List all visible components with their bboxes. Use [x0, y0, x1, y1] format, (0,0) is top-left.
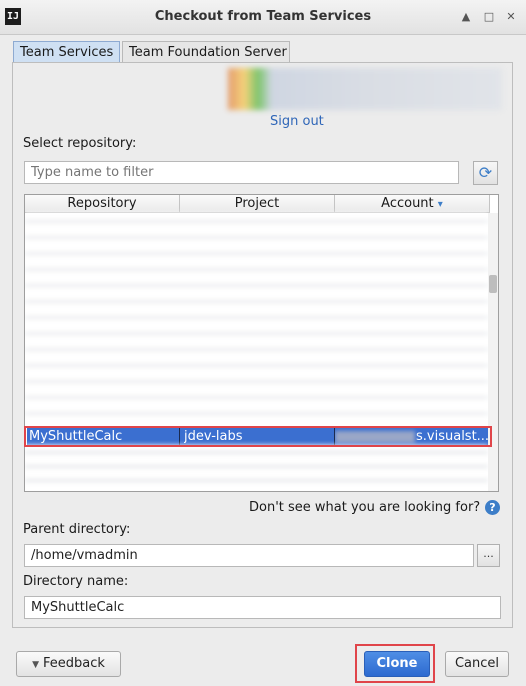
window-title: Checkout from Team Services: [154, 9, 372, 24]
clone-button-highlight: [355, 644, 435, 683]
help-icon[interactable]: ?: [485, 500, 500, 515]
sort-descending-icon: ▾: [437, 199, 443, 210]
table-scrollbar[interactable]: [488, 213, 498, 491]
shade-window-icon[interactable]: ▲: [458, 9, 474, 25]
sign-out-link[interactable]: Sign out: [270, 114, 324, 129]
browse-directory-button[interactable]: ...: [477, 544, 500, 567]
close-window-icon[interactable]: ✕: [503, 9, 519, 25]
maximize-window-icon[interactable]: □: [481, 9, 497, 25]
feedback-label: Feedback: [43, 656, 105, 671]
select-repository-label: Select repository:: [23, 136, 137, 151]
scrollbar-thumb[interactable]: [489, 275, 497, 293]
table-rows-blurred: [25, 213, 488, 423]
repository-table[interactable]: Repository Project Account ▾ MyShuttleCa…: [24, 194, 499, 492]
table-header: Repository Project Account ▾: [25, 195, 490, 213]
dropdown-triangle-icon: ▼: [32, 660, 39, 670]
tab-team-services[interactable]: Team Services: [13, 41, 120, 62]
table-rows-blurred-lower: [25, 445, 488, 491]
parent-directory-input[interactable]: [24, 544, 474, 567]
parent-directory-label: Parent directory:: [23, 522, 131, 537]
selected-row-highlight: [24, 426, 492, 447]
directory-name-label: Directory name:: [23, 574, 129, 589]
column-header-account[interactable]: Account ▾: [335, 195, 490, 212]
column-header-account-label: Account: [381, 196, 434, 211]
refresh-icon[interactable]: ⟳: [473, 161, 498, 185]
cancel-button[interactable]: Cancel: [445, 651, 509, 677]
repository-filter-input[interactable]: [24, 161, 459, 184]
account-avatar: [228, 68, 502, 110]
tab-team-foundation-server[interactable]: Team Foundation Server: [122, 41, 290, 62]
directory-name-input[interactable]: [24, 596, 501, 619]
column-header-project[interactable]: Project: [180, 195, 335, 212]
column-header-repository[interactable]: Repository: [25, 195, 180, 212]
help-text: Don't see what you are looking for?: [249, 500, 481, 515]
feedback-button[interactable]: ▼ Feedback: [16, 651, 121, 677]
title-bar: IJ Checkout from Team Services ▲ □ ✕: [0, 0, 526, 35]
